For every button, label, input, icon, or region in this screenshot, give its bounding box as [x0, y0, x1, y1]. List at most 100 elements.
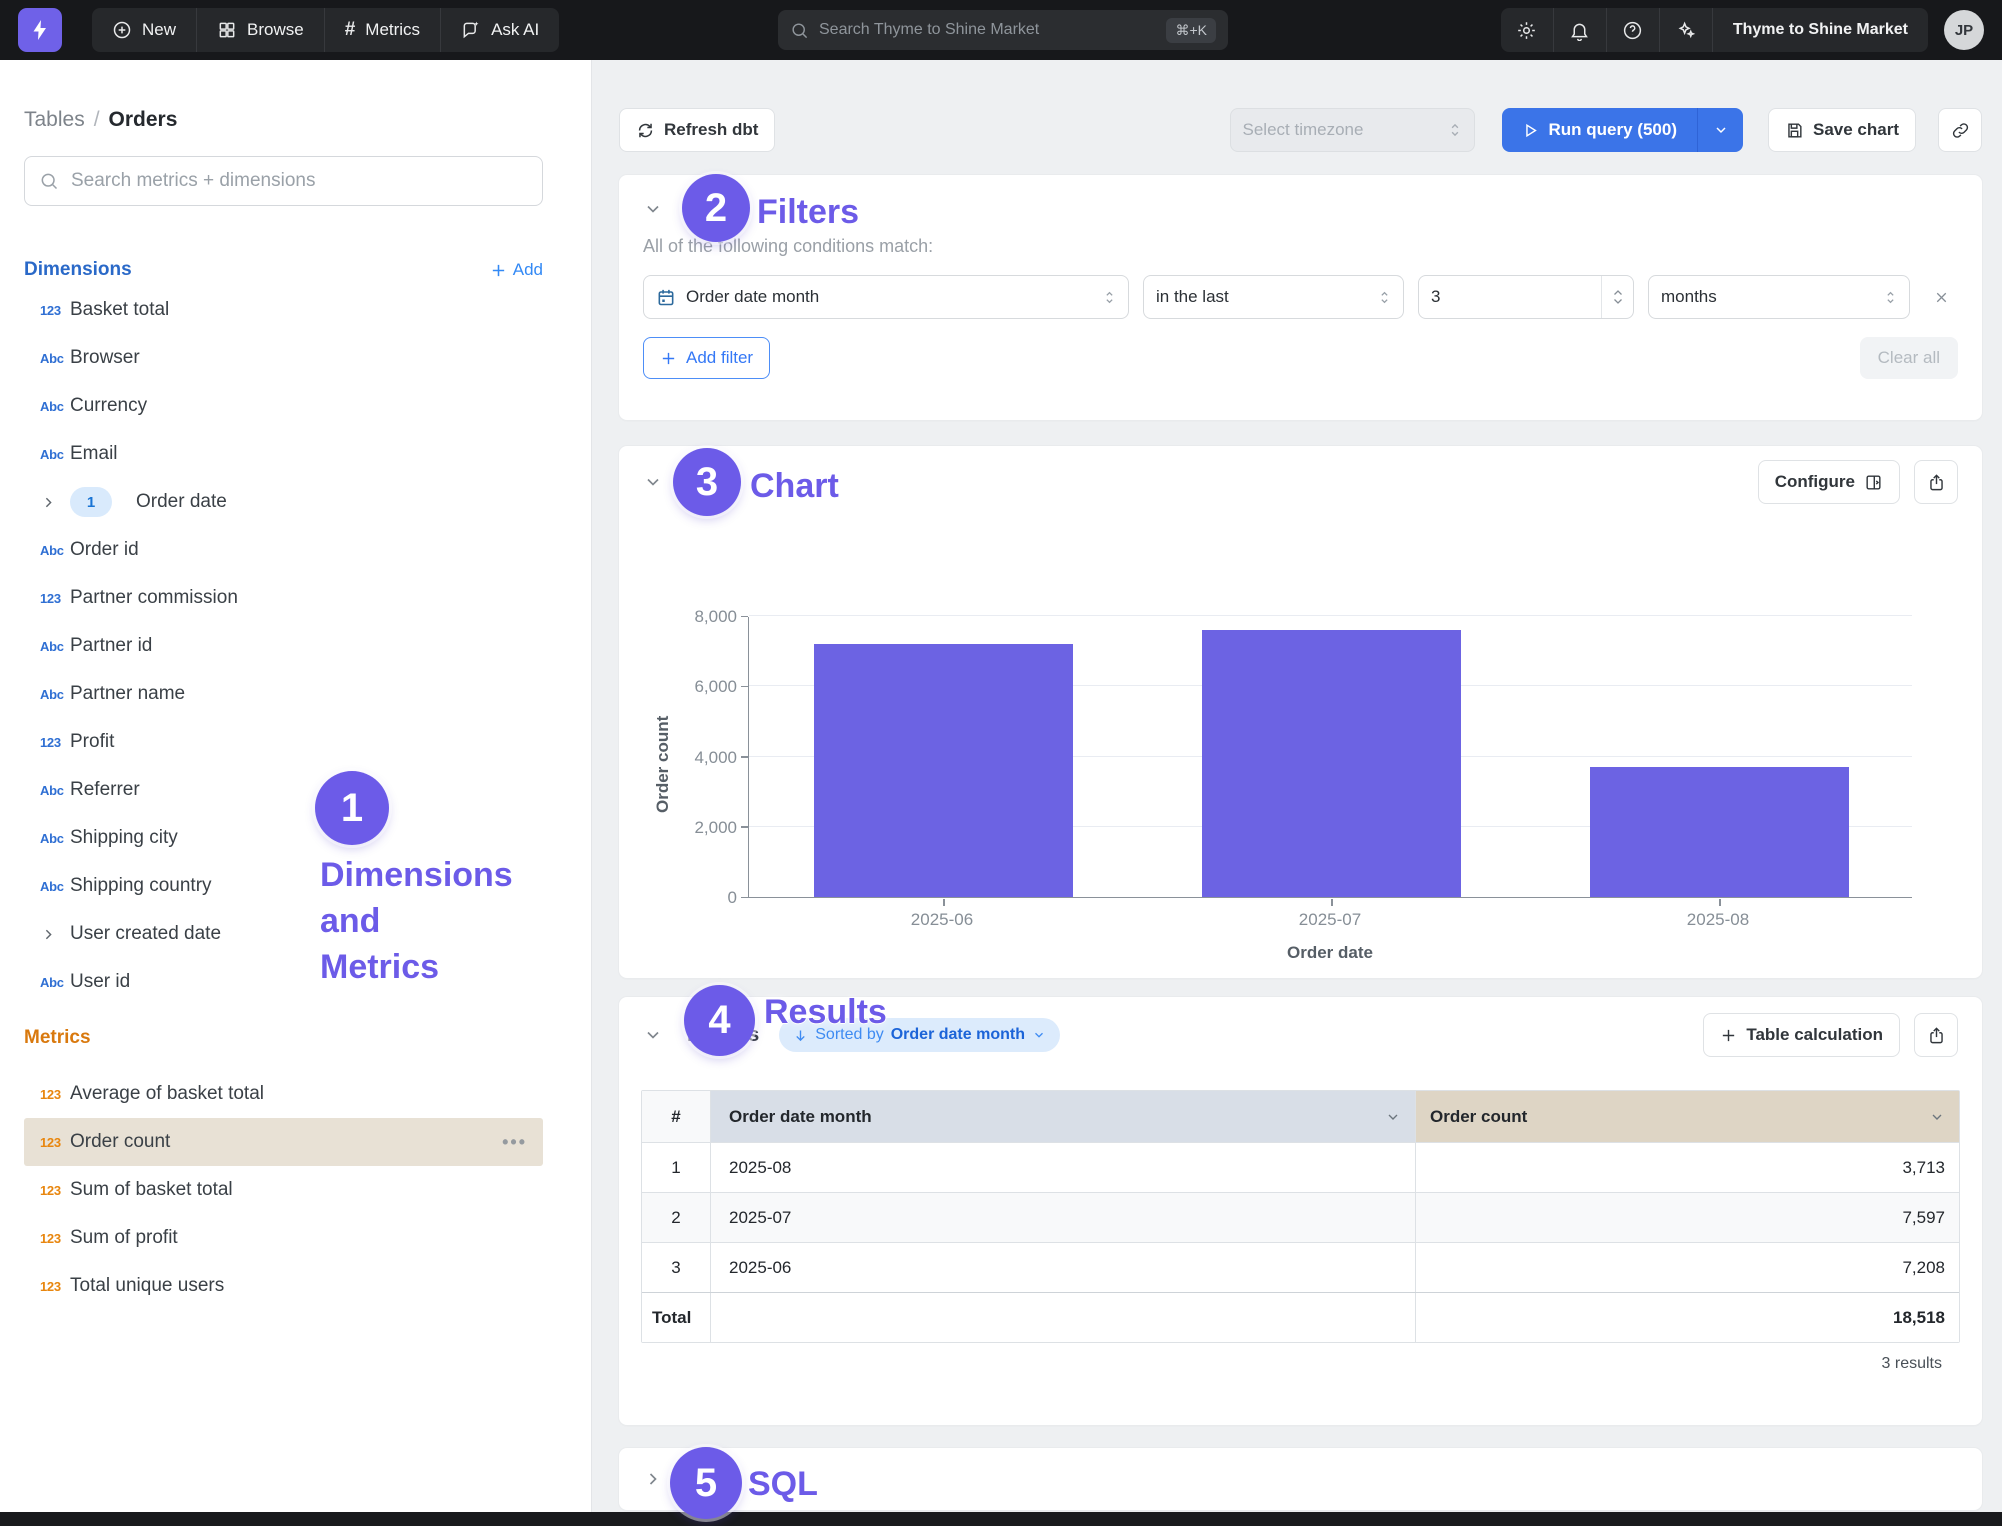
dimension-item-order-id[interactable]: AbcOrder id	[24, 526, 543, 574]
order-date-month-cell: 2025-08	[710, 1143, 1415, 1192]
user-avatar[interactable]: JP	[1944, 10, 1984, 50]
string-type-icon: Abc	[40, 783, 70, 798]
collapse-filters-chevron[interactable]	[643, 199, 663, 219]
global-search-input[interactable]	[819, 21, 1156, 39]
metrics-header: Metrics	[24, 1026, 543, 1050]
search-shortcut-badge: ⌘+K	[1166, 18, 1216, 43]
field-label: Partner name	[70, 683, 185, 705]
chevron-down-icon	[643, 1025, 663, 1045]
collapse-chart-chevron[interactable]	[643, 472, 663, 492]
filter-value-input[interactable]	[1419, 287, 1591, 307]
chevron-down-icon	[643, 199, 663, 219]
project-switcher[interactable]: Thyme to Shine Market	[1713, 8, 1928, 52]
select-chevrons-icon	[1884, 290, 1897, 305]
dimension-item-partner-name[interactable]: AbcPartner name	[24, 670, 543, 718]
help-button[interactable]	[1607, 8, 1660, 52]
dimension-item-shipping-country[interactable]: AbcShipping country	[24, 862, 543, 910]
breadcrumb-tables-link[interactable]: Tables	[24, 108, 85, 132]
add-filter-button[interactable]: Add filter	[643, 337, 770, 379]
metric-item-sum-of-basket-total[interactable]: 123Sum of basket total	[24, 1166, 543, 1214]
configure-chart-button[interactable]: Configure	[1758, 460, 1900, 504]
dimension-item-browser[interactable]: AbcBrowser	[24, 334, 543, 382]
add-dimension-button[interactable]: Add	[490, 260, 543, 280]
dimension-item-partner-commission[interactable]: 123Partner commission	[24, 574, 543, 622]
nav-label-ask-ai: Ask AI	[491, 20, 539, 40]
filter-field-select[interactable]: Order date month	[643, 275, 1129, 319]
dimension-item-referrer[interactable]: AbcReferrer	[24, 766, 543, 814]
sql-title: SQL	[687, 1468, 728, 1491]
timezone-select[interactable]: Select timezone	[1230, 108, 1475, 152]
collapse-results-chevron[interactable]	[643, 1025, 663, 1045]
results-count: 3 results	[1882, 1355, 1942, 1373]
configure-label: Configure	[1775, 472, 1855, 492]
results-table: #Order date monthOrder count12025-083,71…	[641, 1090, 1960, 1343]
fields-search[interactable]	[24, 156, 543, 206]
app-logo[interactable]	[18, 8, 62, 52]
metric-item-order-count[interactable]: 123Order count•••	[24, 1118, 543, 1166]
sort-pill[interactable]: Sorted by Order date month	[779, 1018, 1060, 1052]
notifications-button[interactable]	[1554, 8, 1607, 52]
dimension-item-shipping-city[interactable]: AbcShipping city	[24, 814, 543, 862]
refresh-dbt-button[interactable]: Refresh dbt	[619, 108, 775, 152]
dimension-item-order-date[interactable]: 1Order date	[24, 478, 543, 526]
field-label: Partner commission	[70, 587, 238, 609]
field-label: Sum of profit	[70, 1227, 178, 1249]
table-calculation-label: Table calculation	[1746, 1025, 1883, 1045]
metric-item-sum-of-profit[interactable]: 123Sum of profit	[24, 1214, 543, 1262]
metric-item-total-unique-users[interactable]: 123Total unique users	[24, 1262, 543, 1310]
field-label: Email	[70, 443, 118, 465]
metrics-title: Metrics	[24, 1027, 91, 1049]
run-query-options-button[interactable]	[1697, 108, 1743, 152]
dimension-item-user-id[interactable]: AbcUser id	[24, 958, 543, 1006]
sql-section: SQL	[619, 1448, 1982, 1510]
fields-search-input[interactable]	[71, 170, 528, 192]
ask-ai-button[interactable]: Ask AI	[441, 8, 559, 52]
expand-sql-chevron[interactable]	[643, 1469, 663, 1489]
y-axis-tick-label: 4,000	[627, 748, 737, 768]
share-icon	[1927, 1026, 1946, 1045]
explore-sidebar: Tables / Orders Dimensions Add 123Basket…	[0, 60, 592, 1512]
table-calculation-button[interactable]: Table calculation	[1703, 1013, 1900, 1057]
results-actions: Table calculation	[1703, 1013, 1958, 1057]
global-search[interactable]: ⌘+K	[778, 10, 1228, 50]
save-chart-button[interactable]: Save chart	[1768, 108, 1916, 152]
run-query-button[interactable]: Run query (500)	[1502, 108, 1697, 152]
browse-button[interactable]: Browse	[197, 8, 325, 52]
bar-2025-06[interactable]	[814, 644, 1073, 897]
order-date-month-cell: 2025-06	[710, 1243, 1415, 1292]
export-results-button[interactable]	[1914, 1013, 1958, 1057]
dimension-item-currency[interactable]: AbcCurrency	[24, 382, 543, 430]
ai-sparkles-button[interactable]	[1660, 8, 1713, 52]
dimension-item-partner-id[interactable]: AbcPartner id	[24, 622, 543, 670]
string-type-icon: Abc	[40, 975, 70, 990]
string-type-icon: Abc	[40, 831, 70, 846]
export-chart-button[interactable]	[1914, 460, 1958, 504]
clear-all-filters-button[interactable]: Clear all	[1860, 337, 1958, 379]
number-stepper[interactable]	[1601, 276, 1633, 318]
field-options-kebab-icon[interactable]: •••	[502, 1132, 533, 1153]
dimension-item-basket-total[interactable]: 123Basket total	[24, 286, 543, 334]
results-title: Results	[687, 1024, 759, 1047]
remove-filter-button[interactable]	[1924, 280, 1958, 314]
order-count-column-header[interactable]: Order count	[1415, 1091, 1959, 1142]
settings-button[interactable]	[1501, 8, 1554, 52]
new-button[interactable]: New	[92, 8, 197, 52]
play-icon	[1522, 122, 1539, 139]
number-type-icon: 123	[40, 735, 70, 750]
bar-2025-07[interactable]	[1202, 630, 1461, 897]
gear-icon	[1516, 20, 1537, 41]
filter-unit-select[interactable]: months	[1648, 275, 1910, 319]
dimension-item-profit[interactable]: 123Profit	[24, 718, 543, 766]
lightning-bolt-icon	[28, 18, 52, 42]
plus-circle-icon	[112, 20, 132, 40]
dimension-item-user-created-date[interactable]: User created date	[24, 910, 543, 958]
order-date-month-column-header[interactable]: Order date month	[710, 1091, 1415, 1142]
bar-2025-08[interactable]	[1590, 767, 1849, 897]
filter-operator-select[interactable]: in the last	[1143, 275, 1404, 319]
dimension-item-email[interactable]: AbcEmail	[24, 430, 543, 478]
field-label: Order id	[70, 539, 139, 561]
metrics-button[interactable]: # Metrics	[325, 8, 441, 52]
share-link-button[interactable]	[1938, 108, 1982, 152]
metric-item-average-of-basket-total[interactable]: 123Average of basket total	[24, 1070, 543, 1118]
chart-gridline	[749, 615, 1912, 616]
